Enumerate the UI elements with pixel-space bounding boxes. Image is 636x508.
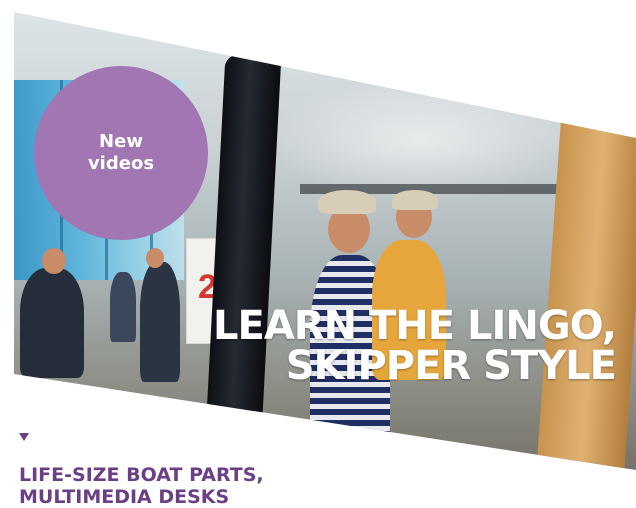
page-headline: LEARN THE LINGO, SKIPPER STYLE [156,303,617,389]
new-videos-badge: New videos [34,66,208,240]
triangle-down-icon [19,433,29,441]
headline-line-1: LEARN THE LINGO, [213,303,617,349]
subheading-line-2: MULTIMEDIA DESKS [19,486,230,508]
visitor-hat [318,190,376,214]
subheading-line-1: LIFE-SIZE BOAT PARTS, [19,464,264,486]
headline-line-2: SKIPPER STYLE [285,343,617,389]
section-subheading: LIFE-SIZE BOAT PARTS, MULTIMEDIA DESKS [19,464,349,508]
visitor-hat [392,190,438,210]
hero-photo-area: 2 New videos LEARN THE LINGO, SKIPPER ST… [0,0,636,496]
visitor-figure [110,272,136,342]
badge-line-1: New [99,131,143,152]
visitor-figure [20,268,84,378]
visitor-head [42,248,66,274]
badge-line-2: videos [87,153,155,174]
badge-text: New videos [61,131,181,175]
visitor-head [146,248,164,268]
